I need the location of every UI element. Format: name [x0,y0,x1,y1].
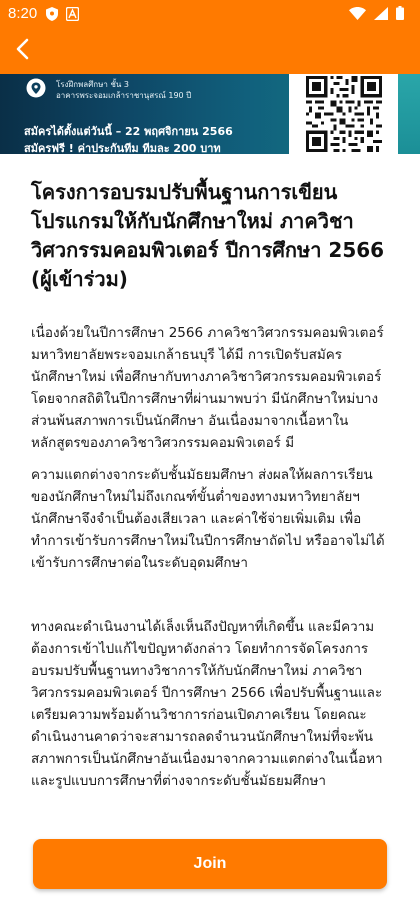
qr-card [289,74,399,154]
battery-icon [396,5,404,24]
join-button[interactable]: Join [33,839,387,889]
banner-venue-line2: อาคารพระจอมเกล้าราชานุสรณ์ 190 ปี [56,91,192,100]
event-detail-content[interactable]: โครงการอบรมปรับพื้นฐานการเขียนโปรแกรมให้… [0,154,420,824]
event-description-paragraph-1: เนื่องด้วยในปีการศึกษา 2566 ภาควิชาวิศวก… [31,325,384,451]
signal-icon [374,5,388,24]
banner-registration-dates: สมัครได้ตั้งแต่วันนี้ – 22 พฤศจิกายน 256… [24,125,233,138]
event-banner: โรงฝึกพลศึกษา ชั้น 3 อาคารพระจอมเกล้าราช… [0,74,420,154]
wifi-icon [349,5,366,24]
status-right-icons [349,5,404,24]
status-left-icons [46,6,80,25]
back-button[interactable] [4,32,42,70]
shield-icon [46,6,58,25]
location-pin-icon [26,78,46,106]
banner-fee-note: สมัครฟรี ! ค่าประกันทีม ทีมละ 200 บาท [24,142,221,154]
system-nav-bar [0,901,420,911]
chevron-left-icon [15,38,31,64]
qr-code-icon [306,76,382,154]
event-description-paragraph-3: ทางคณะดำเนินงานได้เล็งเห็นถึงปัญหาที่เกิ… [31,619,383,789]
event-description-paragraph-2: ความแตกต่างจากระดับชั้นมัธยมศึกษา ส่งผลใ… [31,467,385,571]
banner-venue-line1: โรงฝึกพลศึกษา ชั้น 3 [56,80,129,89]
banner-venue: โรงฝึกพลศึกษา ชั้น 3 อาคารพระจอมเกล้าราช… [56,79,191,101]
status-time: 8:20 [8,5,38,22]
banner-edge [398,74,420,154]
font-a-icon [65,6,80,25]
status-bar: 8:20 [0,0,420,28]
app-bar [0,28,420,74]
event-title: โครงการอบรมปรับพื้นฐานการเขียนโปรแกรมให้… [31,180,385,291]
